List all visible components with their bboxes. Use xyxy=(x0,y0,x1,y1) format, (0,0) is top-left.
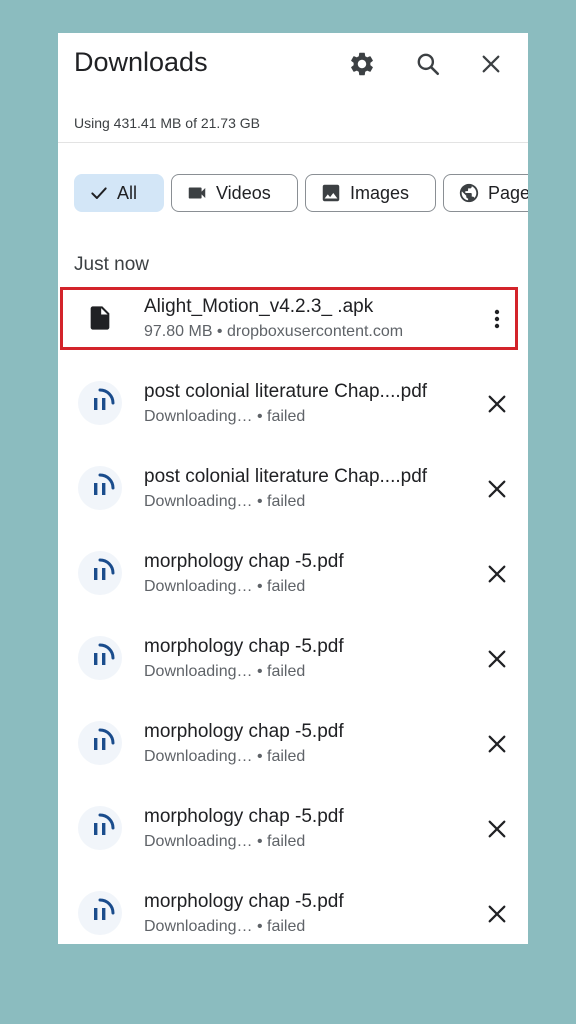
download-item-name: post colonial literature Chap....pdf xyxy=(144,466,428,487)
download-result: • failed xyxy=(252,578,306,595)
paused-download-icon xyxy=(94,813,115,835)
download-status: Downloading… xyxy=(144,663,253,680)
download-status: Downloading… xyxy=(144,578,253,595)
download-item-name: morphology chap -5.pdf xyxy=(144,551,344,572)
close-icon xyxy=(488,480,506,498)
download-item-details: Downloading… • failed xyxy=(144,493,305,511)
paused-download-icon-wrapper xyxy=(78,806,122,850)
download-item-apk[interactable]: Alight_Motion_v4.2.3_ .apk 97.80 MB • dr… xyxy=(58,278,528,362)
close-icon xyxy=(488,820,506,838)
download-item-details: Downloading… • failed xyxy=(144,408,305,426)
download-status: Downloading… xyxy=(144,918,253,935)
remove-download-button[interactable] xyxy=(480,472,514,506)
filter-all-label: All xyxy=(117,182,138,203)
remove-download-button[interactable] xyxy=(480,812,514,846)
remove-download-button[interactable] xyxy=(480,387,514,421)
download-item[interactable]: morphology chap -5.pdf Downloading… • fa… xyxy=(58,873,528,944)
paused-download-icon xyxy=(94,643,115,665)
download-item-name: morphology chap -5.pdf xyxy=(144,806,344,827)
close-icon xyxy=(488,395,506,413)
remove-download-button[interactable] xyxy=(480,727,514,761)
paused-download-icon xyxy=(94,728,115,750)
download-item-details: 97.80 MB • dropboxusercontent.com xyxy=(144,323,404,340)
download-item[interactable]: post colonial literature Chap....pdf Dow… xyxy=(58,363,528,447)
search-icon xyxy=(417,53,440,76)
filter-chips: All Videos Images Page xyxy=(74,174,528,216)
paused-download-icon-wrapper xyxy=(78,891,122,935)
download-item-name: post colonial literature Chap....pdf xyxy=(144,381,428,402)
download-status: Downloading… xyxy=(144,493,253,510)
globe-icon xyxy=(459,183,479,203)
filter-pages[interactable]: Page xyxy=(443,174,528,212)
download-item-name: morphology chap -5.pdf xyxy=(144,891,344,912)
download-item-details: Downloading… • failed xyxy=(144,578,305,596)
close-icon xyxy=(488,905,506,923)
download-item[interactable]: morphology chap -5.pdf Downloading… • fa… xyxy=(58,618,528,702)
paused-download-icon xyxy=(94,388,115,410)
download-item-name: Alight_Motion_v4.2.3_ .apk xyxy=(144,296,374,317)
filter-images[interactable]: Images xyxy=(305,174,436,212)
filter-images-label: Images xyxy=(350,182,410,203)
close-icon xyxy=(488,735,506,753)
download-item[interactable]: morphology chap -5.pdf Downloading… • fa… xyxy=(58,788,528,872)
download-result: • failed xyxy=(252,748,306,765)
file-icon xyxy=(90,306,110,330)
storage-usage: Using 431.41 MB of 21.73 GB xyxy=(74,115,260,131)
remove-download-button[interactable] xyxy=(480,642,514,676)
downloads-panel: Downloads Using 431.41 MB of 21.73 GB Al… xyxy=(58,33,528,944)
filter-all[interactable]: All xyxy=(74,174,164,212)
download-item-name: morphology chap -5.pdf xyxy=(144,636,344,657)
section-header-just-now: Just now xyxy=(74,254,149,275)
remove-download-button[interactable] xyxy=(480,897,514,931)
download-item[interactable]: post colonial literature Chap....pdf Dow… xyxy=(58,448,528,532)
more-options-button[interactable] xyxy=(480,302,514,336)
paused-download-icon-wrapper xyxy=(78,721,122,765)
image-icon xyxy=(322,184,340,202)
download-result: • failed xyxy=(252,833,306,850)
paused-download-icon-wrapper xyxy=(78,636,122,680)
download-status: Downloading… xyxy=(144,408,253,425)
gear-icon xyxy=(351,52,373,76)
download-result: • failed xyxy=(252,918,306,935)
page-title: Downloads xyxy=(74,47,208,77)
paused-download-icon xyxy=(94,558,115,580)
check-icon xyxy=(91,187,107,199)
more-vert-icon xyxy=(494,309,500,329)
settings-button[interactable] xyxy=(345,47,379,81)
paused-download-icon-wrapper xyxy=(78,466,122,510)
download-result: • failed xyxy=(252,408,306,425)
download-status: Downloading… xyxy=(144,748,253,765)
filter-videos-label: Videos xyxy=(216,182,271,203)
filter-pages-label: Page xyxy=(488,182,528,203)
paused-download-icon-wrapper xyxy=(78,381,122,425)
toolbar: Downloads xyxy=(58,33,528,103)
download-item[interactable]: morphology chap -5.pdf Downloading… • fa… xyxy=(58,703,528,787)
download-item-details: Downloading… • failed xyxy=(144,918,305,936)
close-icon xyxy=(488,650,506,668)
divider xyxy=(58,142,528,143)
download-result: • failed xyxy=(252,663,306,680)
download-status: Downloading… xyxy=(144,833,253,850)
download-item[interactable]: morphology chap -5.pdf Downloading… • fa… xyxy=(58,533,528,617)
download-result: • failed xyxy=(252,493,306,510)
filter-videos[interactable]: Videos xyxy=(171,174,298,212)
file-icon-wrapper xyxy=(78,296,122,340)
close-icon xyxy=(488,565,506,583)
download-item-name: morphology chap -5.pdf xyxy=(144,721,344,742)
download-item-details: Downloading… • failed xyxy=(144,663,305,681)
paused-download-icon-wrapper xyxy=(78,551,122,595)
remove-download-button[interactable] xyxy=(480,557,514,591)
paused-download-icon xyxy=(94,473,115,495)
paused-download-icon xyxy=(94,898,115,920)
video-icon xyxy=(188,187,206,199)
close-icon xyxy=(482,55,500,73)
search-button[interactable] xyxy=(411,47,445,81)
download-item-details: Downloading… • failed xyxy=(144,833,305,851)
close-button[interactable] xyxy=(474,47,508,81)
download-item-details: Downloading… • failed xyxy=(144,748,305,766)
